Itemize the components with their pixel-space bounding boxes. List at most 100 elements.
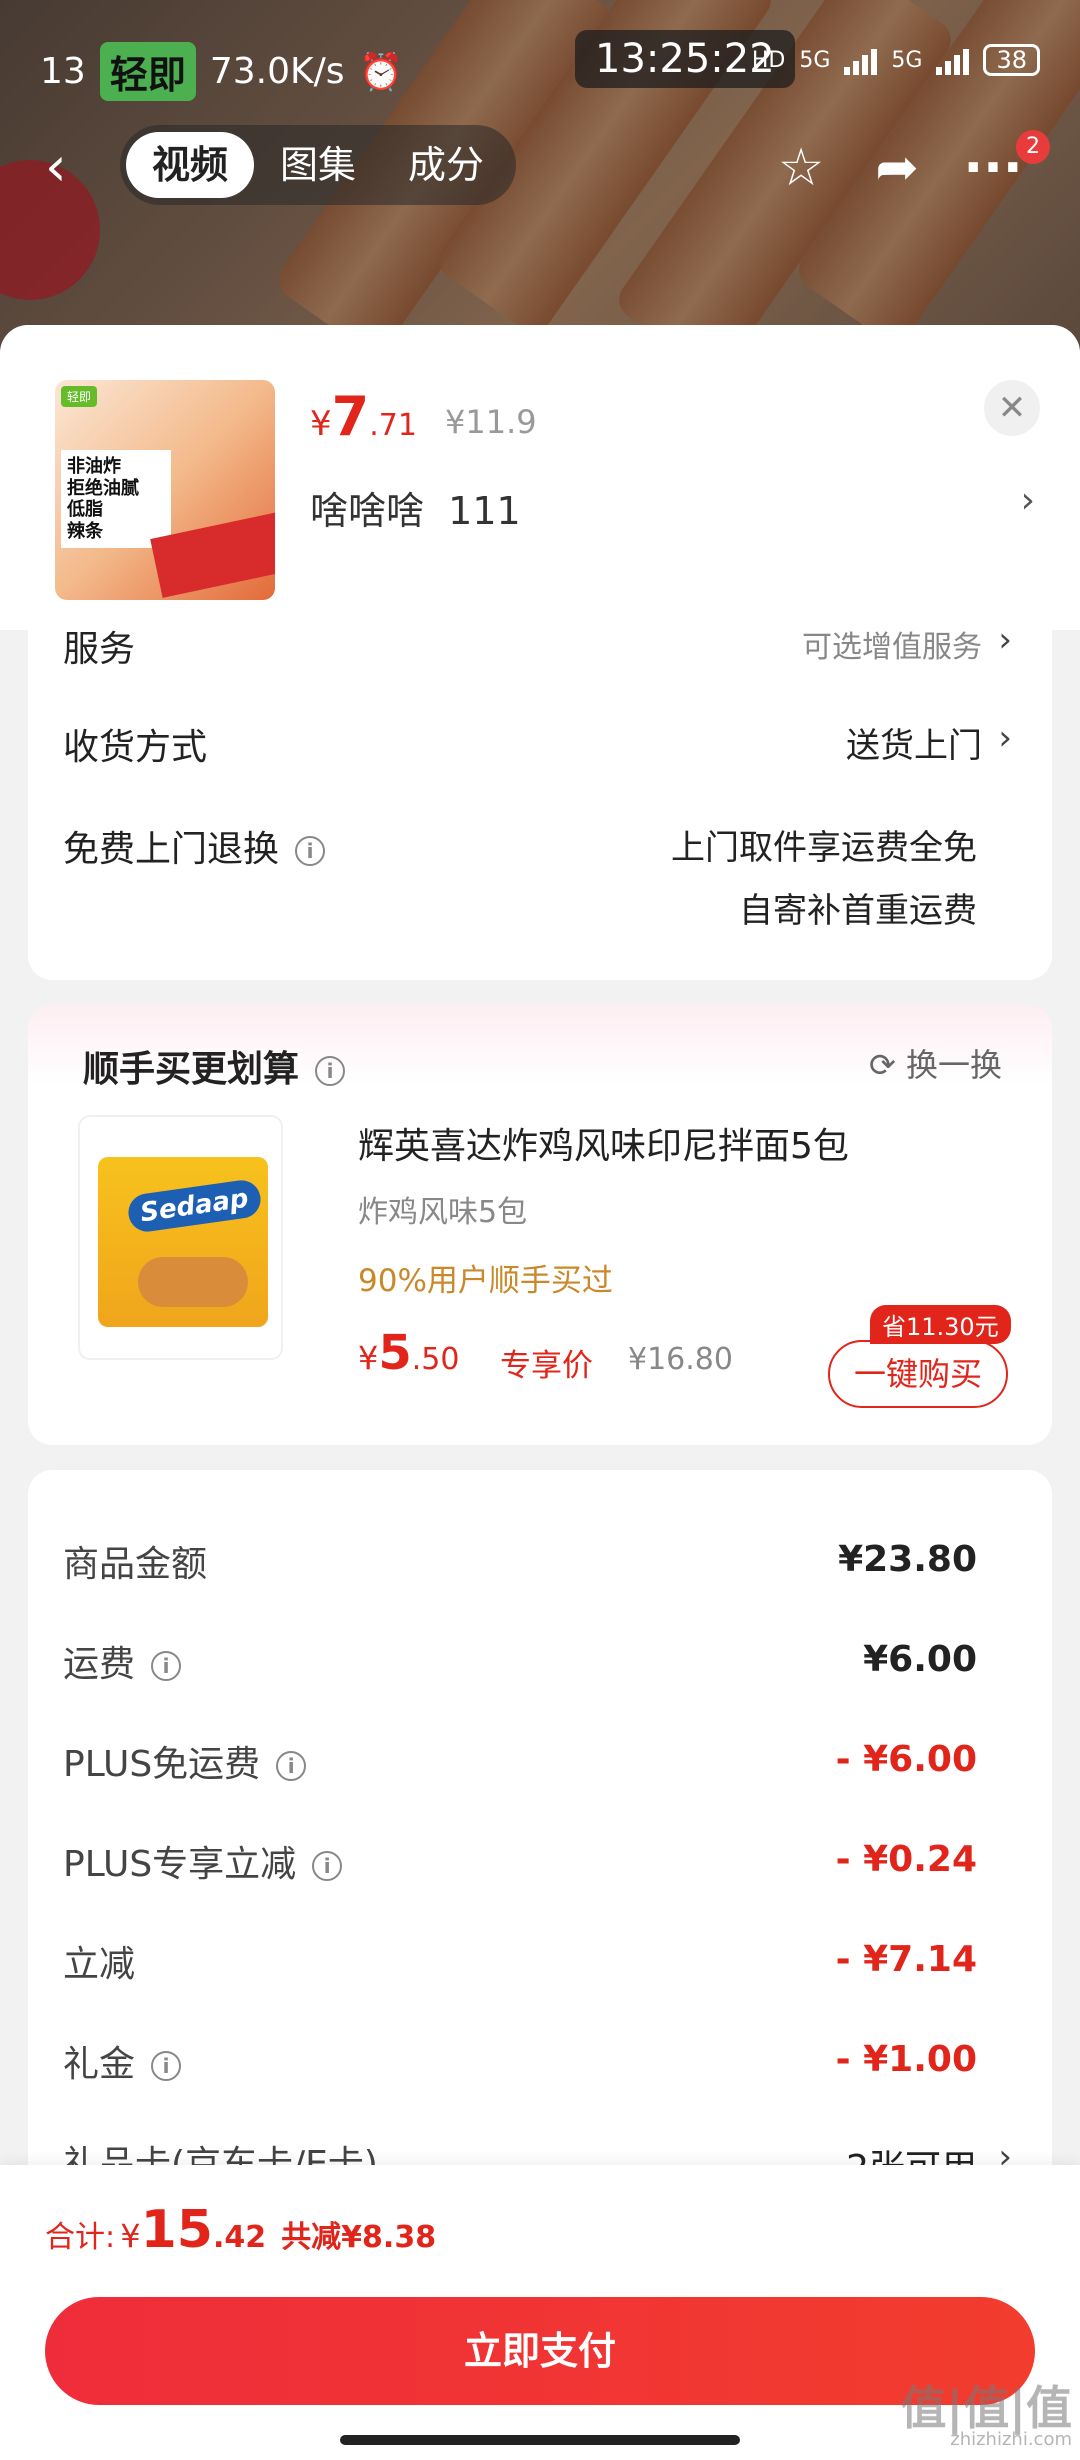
- service-label: 服务: [63, 629, 136, 670]
- recommend-product-spec: 炸鸡风味5包: [358, 1195, 528, 1230]
- status-left: 13 轻即 73.0K/s ⏰: [40, 42, 403, 101]
- total-label: 合计:: [45, 2220, 116, 2255]
- info-icon[interactable]: i: [151, 2051, 182, 2081]
- info-icon[interactable]: i: [295, 836, 326, 866]
- info-icon[interactable]: i: [312, 1851, 343, 1881]
- site-watermark: 值|值|值 zhizhizhi.com: [900, 2385, 1072, 2449]
- shipping-options-card: 服务 可选增值服务 › 收货方式 送货上门 › 免费上门退换 i 上门取件享运费全…: [28, 620, 1052, 980]
- fee-row: 商品金额 ¥23.80: [28, 1535, 1052, 1595]
- total-integer: 15: [140, 2200, 213, 2260]
- return-policy-line1: 上门取件享运费全免: [671, 828, 977, 868]
- fee-row: PLUS免运费 i - ¥6.00: [28, 1735, 1052, 1795]
- recommend-title-text: 顺手买更划算: [83, 1049, 300, 1090]
- fee-label-text: 立减: [63, 1944, 136, 1985]
- net-label-1: 5G: [799, 47, 831, 73]
- total-currency: ¥: [120, 2217, 141, 2255]
- hd-icon: HD: [751, 47, 786, 73]
- tab-video[interactable]: 视频: [126, 132, 255, 198]
- fee-label-text: 运费: [63, 1644, 136, 1685]
- price-decimal: .71: [369, 408, 417, 443]
- variant-selector[interactable]: 啥啥啥 111: [310, 480, 521, 535]
- product-header: 轻即 非油炸 拒绝油腻 低脂 辣条 ¥7.71 ¥11.9 啥啥啥 111 › …: [0, 325, 1080, 630]
- fee-value: - ¥6.00: [835, 1739, 977, 1780]
- share-icon[interactable]: ➦: [864, 135, 930, 201]
- swap-label: 换一换: [905, 1046, 1002, 1084]
- app-chip: 轻即: [99, 42, 196, 101]
- fee-label: PLUS专享立减 i: [63, 1835, 343, 1887]
- fee-label-text: 商品金额: [63, 1544, 208, 1585]
- tab-gallery[interactable]: 图集: [254, 132, 382, 198]
- info-icon[interactable]: i: [151, 1651, 182, 1681]
- tab-ingredients[interactable]: 成分: [382, 132, 510, 198]
- price-integer: 5: [378, 1325, 412, 1381]
- fee-label: 商品金额: [63, 1535, 207, 1587]
- pay-now-button[interactable]: 立即支付: [45, 2297, 1035, 2405]
- recommend-title: 顺手买更划算 i: [83, 1040, 346, 1092]
- return-policy-line2: 自寄补首重运费: [739, 891, 977, 931]
- pack-logo: Sedaap: [126, 1177, 263, 1235]
- order-total: 合计: ¥15.42 共减¥8.38: [45, 2200, 436, 2260]
- service-value[interactable]: 可选增值服务: [802, 622, 982, 666]
- fee-value: - ¥7.14: [835, 1939, 977, 1980]
- signal-icon: [936, 45, 970, 75]
- info-icon[interactable]: i: [315, 1056, 346, 1086]
- return-label: 免费上门退换: [63, 829, 280, 870]
- add-on-recommend-card: 顺手买更划算 i ⟳ 换一换 Sedaap 辉英喜达炸鸡风味印尼拌面5包 炸鸡风味…: [28, 1005, 1052, 1445]
- chevron-right-icon[interactable]: ›: [1021, 480, 1035, 521]
- price-decimal: .50: [411, 1342, 460, 1377]
- fee-value: - ¥0.24: [835, 1839, 977, 1880]
- price-currency: ¥: [310, 404, 332, 444]
- recommend-hint: 90%用户顺手买过: [358, 1263, 613, 1299]
- back-button[interactable]: ‹: [45, 137, 95, 197]
- fee-row: 运费 i ¥6.00: [28, 1635, 1052, 1695]
- product-thumbnail[interactable]: 轻即 非油炸 拒绝油腻 低脂 辣条: [55, 380, 275, 600]
- recommend-product-name[interactable]: 辉英喜达炸鸡风味印尼拌面5包: [358, 1117, 849, 1169]
- fee-label-text: PLUS免运费: [63, 1744, 261, 1785]
- favorite-star-icon[interactable]: ☆: [768, 135, 834, 201]
- recommend-price: ¥5.50: [358, 1325, 459, 1381]
- one-click-buy-button[interactable]: 一键购买: [828, 1340, 1008, 1408]
- status-right: HD 5G 5G 38: [752, 44, 1040, 76]
- net-speed: 73.0K/s: [209, 51, 345, 92]
- checkout-bottom-bar: 合计: ¥15.42 共减¥8.38 立即支付 值|值|值 zhizhizhi.…: [0, 2165, 1080, 2460]
- product-price: ¥7.71: [310, 385, 417, 448]
- savings-badge: 省11.30元: [870, 1305, 1011, 1344]
- thumb-slogan: 非油炸 拒绝油腻 低脂 辣条: [61, 450, 171, 549]
- info-icon[interactable]: i: [276, 1751, 307, 1781]
- price-currency: ¥: [358, 1339, 379, 1377]
- noodle-pack: Sedaap: [98, 1157, 268, 1327]
- exclusive-price-label: 专享价: [500, 1348, 593, 1384]
- home-indicator[interactable]: [340, 2435, 740, 2445]
- delivery-label: 收货方式: [63, 727, 208, 768]
- fee-row: 立减 - ¥7.14: [28, 1935, 1052, 1995]
- chevron-right-icon[interactable]: ›: [998, 718, 1012, 758]
- notification-badge: 2: [1016, 130, 1050, 164]
- fee-label: 运费 i: [63, 1635, 182, 1687]
- swap-button[interactable]: ⟳ 换一换: [869, 1040, 1002, 1086]
- media-tabs: 视频 图集 成分: [120, 125, 517, 205]
- price-integer: 7: [331, 385, 370, 448]
- battery-icon: 38: [983, 44, 1040, 76]
- status-prefix: 13: [40, 51, 86, 92]
- total-saved: 共减¥8.38: [281, 2220, 437, 2255]
- fee-row: 礼金 i - ¥1.00: [28, 2035, 1052, 2095]
- fee-value: - ¥1.00: [835, 2039, 977, 2080]
- fee-label: PLUS免运费 i: [63, 1735, 307, 1787]
- alarm-icon: ⏰: [358, 51, 404, 93]
- delivery-value[interactable]: 送货上门: [846, 718, 982, 767]
- fee-label-text: 礼金: [63, 2044, 136, 2085]
- total-decimal: .42: [212, 2220, 267, 2255]
- fee-label-text: PLUS专享立减: [63, 1844, 297, 1885]
- chevron-right-icon[interactable]: ›: [998, 620, 1012, 660]
- refresh-icon: ⟳: [869, 1046, 896, 1084]
- recommend-product-image[interactable]: Sedaap: [78, 1115, 283, 1360]
- signal-icon: [844, 45, 878, 75]
- close-button[interactable]: ✕: [984, 380, 1040, 436]
- fee-row: PLUS专享立减 i - ¥0.24: [28, 1835, 1052, 1895]
- checkout-sheet: 轻即 非油炸 拒绝油腻 低脂 辣条 ¥7.71 ¥11.9 啥啥啥 111 › …: [0, 325, 1080, 2460]
- watermark-logo: 值|值|值: [900, 2381, 1072, 2435]
- fee-value: ¥23.80: [838, 1539, 977, 1580]
- pack-food: [138, 1257, 248, 1307]
- fee-label: 立减: [63, 1935, 135, 1987]
- top-nav: ‹ 视频 图集 成分 ☆ ➦ ··· 2: [0, 125, 1080, 215]
